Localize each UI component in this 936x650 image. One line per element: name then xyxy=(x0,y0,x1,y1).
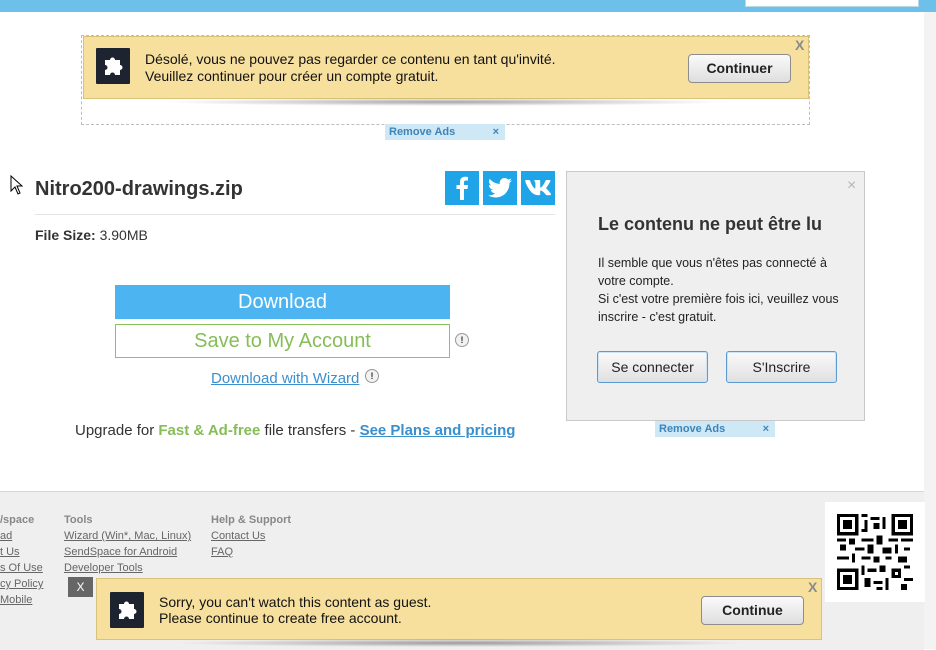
footer-link[interactable]: SendSpace for Android xyxy=(64,544,191,560)
panel-close-icon[interactable]: × xyxy=(847,177,856,195)
signup-button[interactable]: S'Inscrire xyxy=(726,351,837,383)
upgrade-highlight: Fast & Ad-free xyxy=(158,422,261,439)
wizard-info-icon[interactable]: ! xyxy=(365,369,379,383)
file-divider xyxy=(35,214,555,215)
panel-title: Le contenu ne peut être lu xyxy=(598,214,823,234)
footer-col3-head: Help & Support xyxy=(211,514,292,526)
remove-ads-close-icon[interactable]: × xyxy=(493,124,499,140)
puzzle-icon xyxy=(110,592,144,628)
footer-col-sendspace: /space ad t Us s Of Use cy Policy Mobile xyxy=(0,514,43,608)
save-to-account-button[interactable]: Save to My Account xyxy=(115,324,450,358)
page-right-edge xyxy=(924,12,936,649)
remove-ads-panel[interactable]: Remove Ads × xyxy=(655,421,775,437)
file-size-value: 3.90MB xyxy=(99,227,148,243)
footer-link[interactable]: cy Policy xyxy=(0,576,43,592)
footer-link[interactable]: Developer Tools xyxy=(64,560,191,576)
file-size: File Size: 3.90MB xyxy=(35,227,148,243)
login-button[interactable]: Se connecter xyxy=(597,351,708,383)
qr-code-icon xyxy=(825,502,925,602)
ad-top-close-icon[interactable]: X xyxy=(795,38,804,52)
remove-ads-top[interactable]: Remove Ads × xyxy=(385,124,505,140)
ad-bottom-line1: Sorry, you can't watch this content as g… xyxy=(159,594,432,610)
twitter-icon[interactable] xyxy=(483,171,517,205)
footer-close-button[interactable]: X xyxy=(68,577,93,597)
ad-top-line2: Veuillez continuer pour créer un compte … xyxy=(145,68,439,84)
guest-ad-banner-bottom: Sorry, you can't watch this content as g… xyxy=(96,578,822,640)
upgrade-text: Upgrade for Fast & Ad-free file transfer… xyxy=(75,422,515,439)
footer-col-help: Help & Support Contact Us FAQ xyxy=(211,514,291,560)
facebook-icon[interactable] xyxy=(445,171,479,205)
vk-icon[interactable] xyxy=(521,171,555,205)
guest-ad-banner-top: Désolé, vous ne pouvez pas regarder ce c… xyxy=(83,36,809,99)
footer-link[interactable]: FAQ xyxy=(211,544,291,560)
footer-link[interactable]: Contact Us xyxy=(211,528,291,544)
panel-message-line1: Il semble que vous n'êtes pas connecté à… xyxy=(598,256,827,288)
footer-link[interactable]: ad xyxy=(0,528,43,544)
mouse-cursor-icon xyxy=(10,175,24,195)
remove-ads-close-icon[interactable]: × xyxy=(763,421,769,437)
remove-ads-label[interactable]: Remove Ads xyxy=(659,423,725,435)
footer-link[interactable]: Wizard (Win*, Mac, Linux) xyxy=(64,528,191,544)
footer-link[interactable]: s Of Use xyxy=(0,560,43,576)
ad-bottom-close-icon[interactable]: X xyxy=(808,580,817,594)
ad-bottom-line2: Please continue to create free account. xyxy=(159,610,402,626)
upgrade-middle: file transfers - xyxy=(260,422,360,439)
panel-message-line2: Si c'est votre première fois ici, veuill… xyxy=(598,292,839,324)
footer-link[interactable]: t Us xyxy=(0,544,43,560)
ad-top-line1: Désolé, vous ne pouvez pas regarder ce c… xyxy=(145,51,556,67)
puzzle-icon xyxy=(96,48,130,84)
plans-pricing-link[interactable]: See Plans and pricing xyxy=(360,422,516,439)
info-icon[interactable]: ! xyxy=(455,333,469,347)
file-size-label: File Size: xyxy=(35,227,96,243)
remove-ads-label[interactable]: Remove Ads xyxy=(389,126,455,138)
continue-button[interactable]: Continue xyxy=(701,596,804,625)
footer-link[interactable]: Mobile xyxy=(0,592,43,608)
continuer-button[interactable]: Continuer xyxy=(688,54,791,83)
panel-message: Il semble que vous n'êtes pas connecté à… xyxy=(598,254,848,326)
ad-bottom-shadow xyxy=(170,639,750,647)
file-name-title: Nitro200-drawings.zip xyxy=(35,178,243,200)
header-tab[interactable] xyxy=(745,0,919,7)
ad-top-shadow xyxy=(160,98,730,106)
download-button[interactable]: Download xyxy=(115,285,450,319)
footer-col1-head: /space xyxy=(0,514,35,526)
download-wizard-link[interactable]: Download with Wizard xyxy=(211,370,359,387)
footer-col-tools: Tools Wizard (Win*, Mac, Linux) SendSpac… xyxy=(64,514,191,576)
footer-col2-head: Tools xyxy=(64,514,93,526)
upgrade-prefix: Upgrade for xyxy=(75,422,159,439)
